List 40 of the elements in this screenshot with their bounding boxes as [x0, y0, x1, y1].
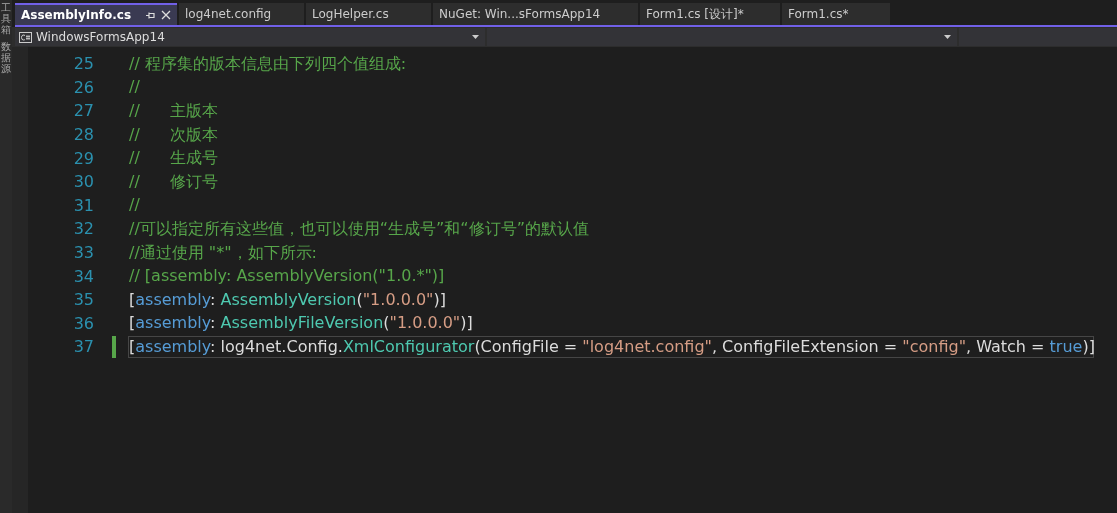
line-number: 27	[72, 101, 94, 121]
code-line: // [assembly: AssemblyVersion("1.0.*")]	[128, 265, 446, 288]
line-number: 26	[72, 77, 94, 97]
line-number: 35	[72, 290, 94, 310]
line-number: 33	[72, 243, 94, 263]
document-tab[interactable]: NuGet: Win...sFormsApp14	[433, 3, 638, 25]
code-line: //	[128, 76, 141, 99]
code-line: //通过使用 "*"，如下所示:	[128, 241, 318, 264]
side-tab[interactable]: 工具箱	[1, 2, 11, 35]
close-icon[interactable]	[161, 10, 171, 20]
caret-icon	[944, 35, 951, 39]
line-number: 37	[72, 337, 94, 357]
caret-icon	[472, 35, 479, 39]
line-number: 29	[72, 148, 94, 168]
project-dropdown[interactable]: WindowsFormsApp14	[15, 28, 485, 46]
line-number: 32	[72, 219, 94, 239]
line-number: 31	[72, 195, 94, 215]
code-line: [assembly: AssemblyVersion("1.0.0.0")]	[128, 288, 447, 311]
line-number: 36	[72, 313, 94, 333]
change-marker	[112, 335, 116, 358]
code-line: [assembly: AssemblyFileVersion("1.0.0.0")]	[128, 312, 474, 335]
document-tab[interactable]: AssemblyInfo.cs	[15, 3, 177, 25]
code-line: // 生成号	[128, 147, 220, 170]
code-line: // 次版本	[128, 123, 220, 146]
code-line: // 修订号	[128, 170, 220, 193]
csharp-project-icon	[19, 31, 32, 43]
document-tab[interactable]: Form1.cs [设计]*	[640, 3, 780, 25]
document-tab[interactable]: log4net.config	[179, 3, 304, 25]
line-number: 34	[72, 266, 94, 286]
document-tab[interactable]: Form1.cs*	[782, 3, 890, 25]
code-line: // 程序集的版本信息由下列四个值组成:	[128, 52, 408, 75]
code-line: // 主版本	[128, 100, 220, 122]
line-number: 30	[72, 172, 94, 192]
document-tab[interactable]: LogHelper.cs	[306, 3, 431, 25]
pin-icon[interactable]	[146, 10, 155, 20]
line-number: 25	[72, 54, 94, 74]
code-line: //可以指定所有这些值，也可以使用“生成号”和“修订号”的默认值	[128, 217, 590, 240]
code-line: //	[128, 194, 141, 217]
side-tab[interactable]: 数据源	[1, 41, 11, 74]
line-number: 28	[72, 125, 94, 145]
